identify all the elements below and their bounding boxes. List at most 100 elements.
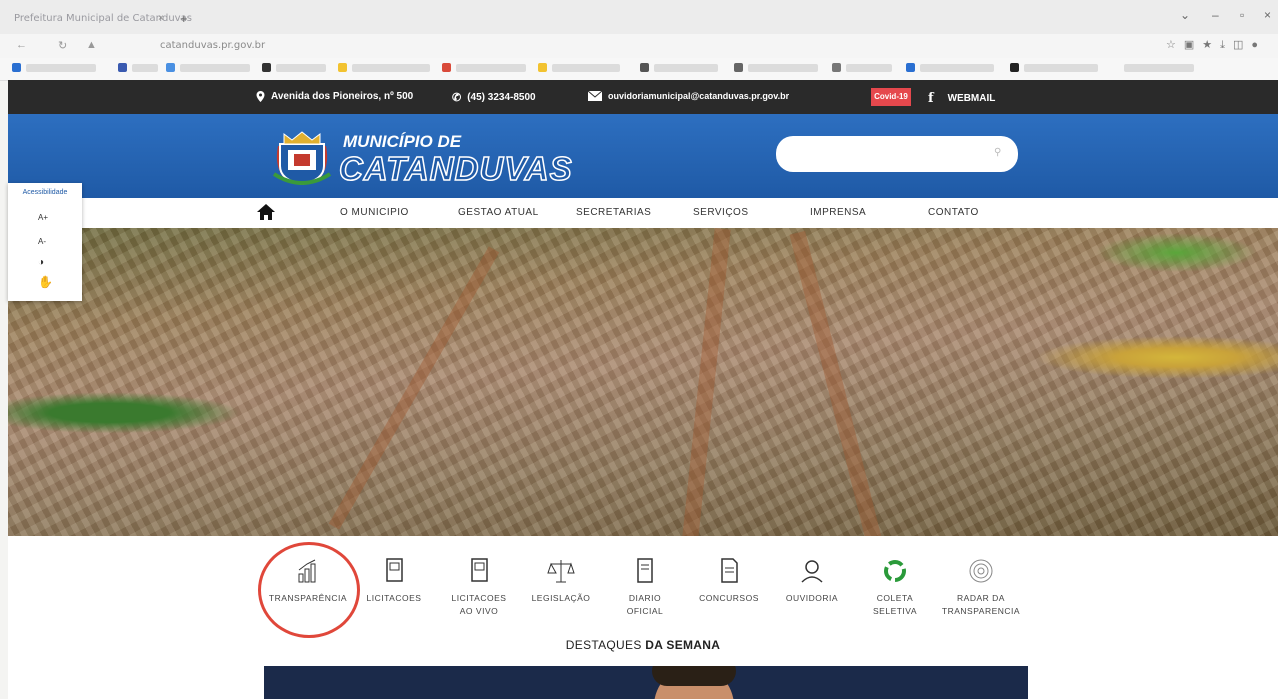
accessibility-panel: Acessibilidade A+ A- ◑ ✋ xyxy=(8,183,82,301)
bookmark-item[interactable] xyxy=(552,64,620,72)
quick-link-coleta-seletiva[interactable]: COLETA SELETIVA xyxy=(850,556,940,618)
quick-link-label: CONCURSOS xyxy=(699,593,759,603)
address-text: Avenida dos Pioneiros, nº 500 xyxy=(271,91,414,102)
reload-icon[interactable]: ↻ xyxy=(58,39,67,52)
facebook-icon[interactable]: f xyxy=(928,91,934,106)
bookmark-icon[interactable] xyxy=(640,63,649,72)
bookmark-item[interactable] xyxy=(26,64,96,72)
bookmark-icon[interactable] xyxy=(734,63,743,72)
quick-link-ouvidoria[interactable]: OUVIDORIA xyxy=(767,556,857,605)
contrast-icon[interactable]: ◑ xyxy=(38,257,44,268)
accessibility-title: Acessibilidade xyxy=(22,189,68,196)
bookmark-item[interactable] xyxy=(352,64,430,72)
new-tab-icon[interactable]: + xyxy=(180,11,188,26)
bookmark-item[interactable] xyxy=(846,64,892,72)
bookmark-item[interactable] xyxy=(748,64,818,72)
phone-info: ✆ (45) 3234-8500 xyxy=(452,91,536,104)
quick-link-legislacao[interactable]: LEGISLAÇÃO xyxy=(516,556,606,605)
logo-text-line2[interactable]: CATANDUVAS xyxy=(338,149,573,188)
bookmark-item[interactable] xyxy=(1024,64,1098,72)
home-icon[interactable] xyxy=(256,202,276,222)
bookmark-icon[interactable] xyxy=(262,63,271,72)
quick-link-licitacoes-ao-vivo[interactable]: LICITACOES AO VIVO xyxy=(434,556,524,618)
covid-button[interactable]: Covid-19 xyxy=(871,88,911,106)
quick-link-label: DIARIO xyxy=(628,593,662,603)
url-field[interactable]: catanduvas.pr.gov.br xyxy=(160,40,265,51)
nav-item-contato[interactable]: CONTATO xyxy=(928,207,979,218)
bookmark-item[interactable] xyxy=(132,64,158,72)
headset-icon xyxy=(801,560,823,583)
phone-icon: ✆ xyxy=(452,92,462,104)
bookmarks-bar xyxy=(0,58,1278,81)
nav-item-imprensa[interactable]: IMPRENSA xyxy=(810,207,866,218)
chevron-down-icon[interactable]: ⌄ xyxy=(1180,8,1190,22)
bookmark-icon[interactable] xyxy=(12,63,21,72)
webmail-label[interactable]: WEBMAIL xyxy=(948,93,996,104)
email-link[interactable]: ouvidoriamunicipal@catanduvas.pr.gov.br xyxy=(608,91,789,101)
location-pin-icon xyxy=(256,91,265,102)
nav-item-municipio[interactable]: O MUNICIPIO xyxy=(340,207,409,218)
hero-road xyxy=(328,246,500,530)
bookmark-icon[interactable] xyxy=(118,63,127,72)
bookmark-icon[interactable] xyxy=(166,63,175,72)
bookmark-icon[interactable] xyxy=(338,63,347,72)
quick-link-concursos[interactable]: CONCURSOS xyxy=(684,556,774,605)
browser-tab[interactable]: Prefeitura Municipal de Catanduvas xyxy=(14,13,192,24)
nav-item-secretarias[interactable]: SECRETARIAS xyxy=(576,207,651,218)
decrease-font-button[interactable]: A- xyxy=(38,237,46,246)
close-icon[interactable]: × xyxy=(1264,8,1271,22)
logo-text-line1[interactable]: MUNICÍPIO DE xyxy=(343,132,461,152)
quick-link-transparencia[interactable]: TRANSPARÊNCIA xyxy=(263,556,353,605)
hero-road xyxy=(789,230,883,536)
quick-link-label: LEGISLAÇÃO xyxy=(531,593,591,603)
book-live-icon xyxy=(471,558,488,582)
back-icon[interactable]: ← xyxy=(16,39,27,51)
quick-link-licitacoes[interactable]: LICITACOES xyxy=(349,556,439,605)
address-bar-row: ← ↻ ▲ catanduvas.pr.gov.br ☆▣★⤓◫● xyxy=(0,34,1278,58)
bookmark-item[interactable] xyxy=(1124,64,1194,72)
quick-link-radar-transparencia[interactable]: RADAR DA TRANSPARENCIA xyxy=(936,556,1026,618)
municipal-crest-icon[interactable] xyxy=(270,126,334,190)
quick-link-label: LICITACOES xyxy=(451,593,507,603)
bookmark-item[interactable] xyxy=(456,64,526,72)
bookmark-icon[interactable] xyxy=(442,63,451,72)
nav-item-gestao-atual[interactable]: GESTAO ATUAL xyxy=(458,207,539,218)
hero-road xyxy=(681,228,731,536)
banner-person-hair xyxy=(652,666,736,686)
webmail-link[interactable]: f WEBMAIL xyxy=(928,91,995,106)
contact-topbar: Avenida dos Pioneiros, nº 500 ✆ (45) 323… xyxy=(8,80,1278,114)
quick-link-diario-oficial[interactable]: DIARIO OFICIAL xyxy=(600,556,690,618)
increase-font-button[interactable]: A+ xyxy=(38,213,48,222)
section-title-b: DA SEMANA xyxy=(645,638,721,652)
sign-language-icon[interactable]: ✋ xyxy=(38,275,53,289)
site-header: MUNICÍPIO DE CATANDUVAS ⚲ xyxy=(8,114,1278,198)
bookmark-icon[interactable] xyxy=(906,63,915,72)
email-info[interactable]: ouvidoriamunicipal@catanduvas.pr.gov.br xyxy=(588,91,789,101)
quick-link-label: RADAR DA xyxy=(957,593,1005,603)
quick-link-label: SELETIVA xyxy=(873,606,917,616)
scales-icon xyxy=(547,560,575,583)
nav-item-servicos[interactable]: SERVIÇOS xyxy=(693,207,749,218)
quick-link-label: OFICIAL xyxy=(626,606,664,616)
bookmark-icon[interactable] xyxy=(1010,63,1019,72)
quick-link-label: LICITACOES xyxy=(366,593,422,603)
bookmark-item[interactable] xyxy=(276,64,326,72)
bookmark-icon[interactable] xyxy=(538,63,547,72)
bookmark-item[interactable] xyxy=(920,64,994,72)
maximize-icon[interactable]: ▫ xyxy=(1240,8,1244,22)
search-input[interactable] xyxy=(776,136,1018,172)
tab-close-icon[interactable]: × xyxy=(158,13,164,24)
quick-link-label: TRANSPARENCIA xyxy=(941,606,1021,616)
bookmark-icon[interactable] xyxy=(832,63,841,72)
section-title-a: DESTAQUES xyxy=(565,638,642,652)
featured-banner[interactable] xyxy=(264,666,1028,699)
document-icon xyxy=(721,558,738,583)
main-navigation: O MUNICIPIO GESTAO ATUAL SECRETARIAS SER… xyxy=(8,198,1278,228)
browser-extension-icons[interactable]: ☆▣★⤓◫● xyxy=(1166,38,1266,52)
quick-link-label: COLETA xyxy=(876,593,914,603)
bookmark-item[interactable] xyxy=(654,64,718,72)
quick-links-bar: TRANSPARÊNCIA LICITACOES LICITACOES AO V… xyxy=(8,536,1278,646)
minimize-icon[interactable]: – xyxy=(1212,8,1219,22)
search-icon[interactable]: ⚲ xyxy=(994,147,1001,158)
bookmark-item[interactable] xyxy=(180,64,250,72)
